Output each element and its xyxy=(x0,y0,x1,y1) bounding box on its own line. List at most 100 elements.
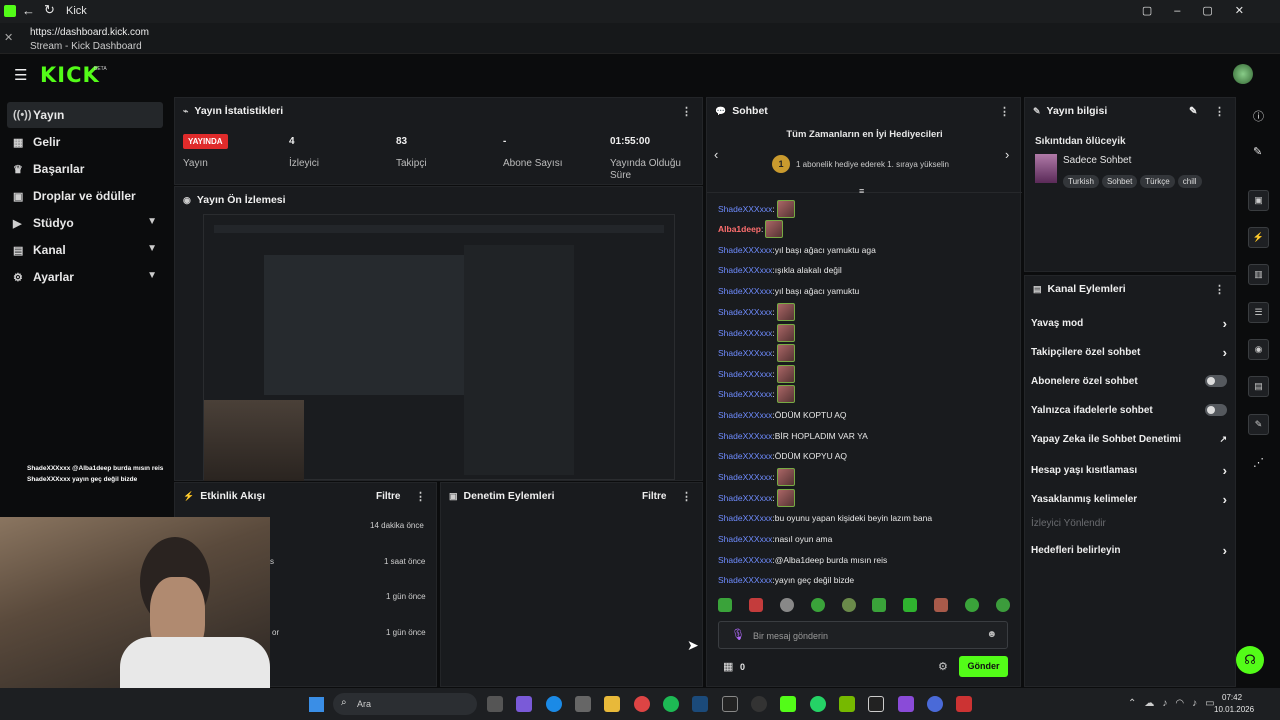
bolt-icon[interactable]: ⚡ xyxy=(1248,227,1269,248)
chat-username[interactable]: Alba1deep xyxy=(718,224,761,234)
emote-icon[interactable] xyxy=(718,598,732,612)
chat-input[interactable]: 🎙 Bir mesaj gönderin ☻ xyxy=(718,621,1008,649)
kick-points-icon[interactable]: ▦ xyxy=(723,660,733,673)
emote-icon[interactable] xyxy=(810,598,825,612)
more-icon[interactable]: ⋮ xyxy=(1214,105,1225,118)
chat-username[interactable]: ShadeXXXxxx xyxy=(718,204,772,214)
more-icon[interactable]: ⋮ xyxy=(681,105,692,118)
action-followers-only[interactable]: Takipçilere özel sohbet › xyxy=(1031,345,1227,360)
document-icon[interactable]: ▥ xyxy=(1248,264,1269,285)
chat-username[interactable]: ShadeXXXxxx xyxy=(718,493,772,503)
back-icon[interactable]: ← xyxy=(22,3,35,18)
system-tray[interactable]: ⌃☁♪◠♪▭ xyxy=(1128,698,1223,709)
action-subscribers-only[interactable]: Abonelere özel sohbet xyxy=(1031,375,1227,387)
action-account-age[interactable]: Hesap yaşı kısıtlaması › xyxy=(1031,463,1227,478)
emote-icon[interactable] xyxy=(748,598,763,612)
chrome-icon[interactable] xyxy=(634,696,650,712)
chevron-right-icon[interactable]: › xyxy=(1005,147,1009,162)
visual-studio-icon[interactable] xyxy=(898,696,914,712)
windows-start-icon[interactable] xyxy=(309,697,324,712)
kick-logo[interactable]: KICK xyxy=(40,63,100,87)
epic-icon[interactable] xyxy=(722,696,738,712)
g-app-icon[interactable] xyxy=(868,696,884,712)
chat-username[interactable]: ShadeXXXxxx xyxy=(718,513,772,523)
action-emote-only[interactable]: Yalnızca ifadelerle sohbet xyxy=(1031,404,1227,416)
server-icon[interactable]: ▤ xyxy=(1248,376,1269,397)
store-icon[interactable] xyxy=(575,696,591,712)
app-icon[interactable] xyxy=(516,696,532,712)
chat-username[interactable]: ShadeXXXxxx xyxy=(718,265,772,275)
url-text[interactable]: https://dashboard.kick.com xyxy=(30,27,149,38)
filter-lines-icon[interactable]: ≡ xyxy=(859,186,864,196)
action-slow-mode[interactable]: Yavaş mod › xyxy=(1031,316,1227,331)
steam-icon[interactable] xyxy=(692,696,708,712)
window-controls[interactable]: ▢–▢✕ xyxy=(1142,4,1266,17)
spotify-icon[interactable] xyxy=(663,696,679,712)
more-icon[interactable]: ⋮ xyxy=(415,490,426,503)
reload-icon[interactable]: ↻ xyxy=(44,2,55,18)
chat-username[interactable]: ShadeXXXxxx xyxy=(718,555,772,565)
app-icon[interactable] xyxy=(956,696,972,712)
chevron-left-icon[interactable]: ‹ xyxy=(714,147,718,162)
chat-username[interactable]: ShadeXXXxxx xyxy=(718,348,772,358)
support-button[interactable]: ☊ xyxy=(1236,646,1264,674)
send-button[interactable]: Gönder xyxy=(959,656,1008,677)
obs-icon[interactable] xyxy=(751,696,767,712)
sidebar-item-kanal[interactable]: ▤ Kanal ▼ xyxy=(7,237,163,263)
kick-app-icon[interactable] xyxy=(780,696,796,712)
subscribers-only-toggle[interactable] xyxy=(1205,375,1227,387)
chat-username[interactable]: ShadeXXXxxx xyxy=(718,472,772,482)
sidebar-item-ayarlar[interactable]: ⚙ Ayarlar ▼ xyxy=(7,264,163,290)
chat-username[interactable]: ShadeXXXxxx xyxy=(718,369,772,379)
close-icon[interactable]: ✕ xyxy=(4,31,13,44)
sidebar-item-gelir[interactable]: ▦ Gelir xyxy=(7,129,163,155)
qr-icon[interactable]: ▣ xyxy=(1248,190,1269,211)
sidebar-item-yayin[interactable]: ((•)) Yayın xyxy=(7,102,163,128)
edit-icon[interactable]: ✎ xyxy=(1189,106,1197,117)
chat-username[interactable]: ShadeXXXxxx xyxy=(718,451,772,461)
action-banned-words[interactable]: Yasaklanmış kelimeler › xyxy=(1031,492,1227,507)
taskbar-search[interactable]: ⌕ Ara xyxy=(333,693,477,715)
sidebar-item-basarilar[interactable]: ♛ Başarılar xyxy=(7,156,163,182)
emote-icon[interactable] xyxy=(965,598,979,612)
more-icon[interactable]: ⋮ xyxy=(681,490,692,503)
chat-username[interactable]: ShadeXXXxxx xyxy=(718,534,772,544)
action-ai-moderation[interactable]: Yapay Zeka ile Sohbet Denetimi ↗ xyxy=(1031,434,1227,445)
app-icon[interactable] xyxy=(927,696,943,712)
mic-icon[interactable]: 🎙 xyxy=(731,628,745,641)
filter-button[interactable]: Filtre xyxy=(376,491,400,502)
preview-video[interactable] xyxy=(203,214,675,481)
emoji-icon[interactable]: ☻ xyxy=(986,629,997,640)
wrench-icon[interactable]: ✎ xyxy=(1248,414,1269,435)
share-icon[interactable]: ⋰ xyxy=(1253,456,1264,469)
action-set-goals[interactable]: Hedefleri belirleyin › xyxy=(1031,543,1227,558)
chat-bubble-icon[interactable]: ☰ xyxy=(1248,302,1269,323)
chat-username[interactable]: ShadeXXXxxx xyxy=(718,307,772,317)
chat-username[interactable]: ShadeXXXxxx xyxy=(718,245,772,255)
avatar[interactable] xyxy=(1233,64,1253,84)
emote-icon[interactable] xyxy=(872,598,887,612)
chat-username[interactable]: ShadeXXXxxx xyxy=(718,431,772,441)
chat-username[interactable]: ShadeXXXxxx xyxy=(718,328,772,338)
more-icon[interactable]: ⋮ xyxy=(999,105,1010,118)
emote-icon[interactable] xyxy=(841,598,856,612)
whatsapp-icon[interactable] xyxy=(810,696,826,712)
sidebar-item-studyo[interactable]: ▶ Stüdyo ▼ xyxy=(7,210,163,236)
folder-icon[interactable] xyxy=(604,696,620,712)
chat-settings-icon[interactable]: ⚙ xyxy=(938,660,948,673)
chat-username[interactable]: ShadeXXXxxx xyxy=(718,410,772,420)
edge-icon[interactable] xyxy=(546,696,562,712)
emote-icon[interactable] xyxy=(903,598,918,612)
chat-username[interactable]: ShadeXXXxxx xyxy=(718,575,772,585)
pencil-icon[interactable]: ✎ xyxy=(1253,145,1262,158)
info-icon[interactable]: ⓘ xyxy=(1253,108,1264,124)
chat-username[interactable]: ShadeXXXxxx xyxy=(718,389,772,399)
sidebar-item-droplar[interactable]: ▣ Droplar ve ödüller xyxy=(7,183,163,209)
emote-only-toggle[interactable] xyxy=(1205,404,1227,416)
filter-button[interactable]: Filtre xyxy=(642,491,666,502)
broadcast-icon[interactable]: ◉ xyxy=(1248,339,1269,360)
emote-icon[interactable] xyxy=(995,598,1010,612)
menu-icon[interactable]: ☰ xyxy=(14,66,27,84)
emote-icon[interactable] xyxy=(779,598,794,612)
nvidia-icon[interactable] xyxy=(839,696,855,712)
